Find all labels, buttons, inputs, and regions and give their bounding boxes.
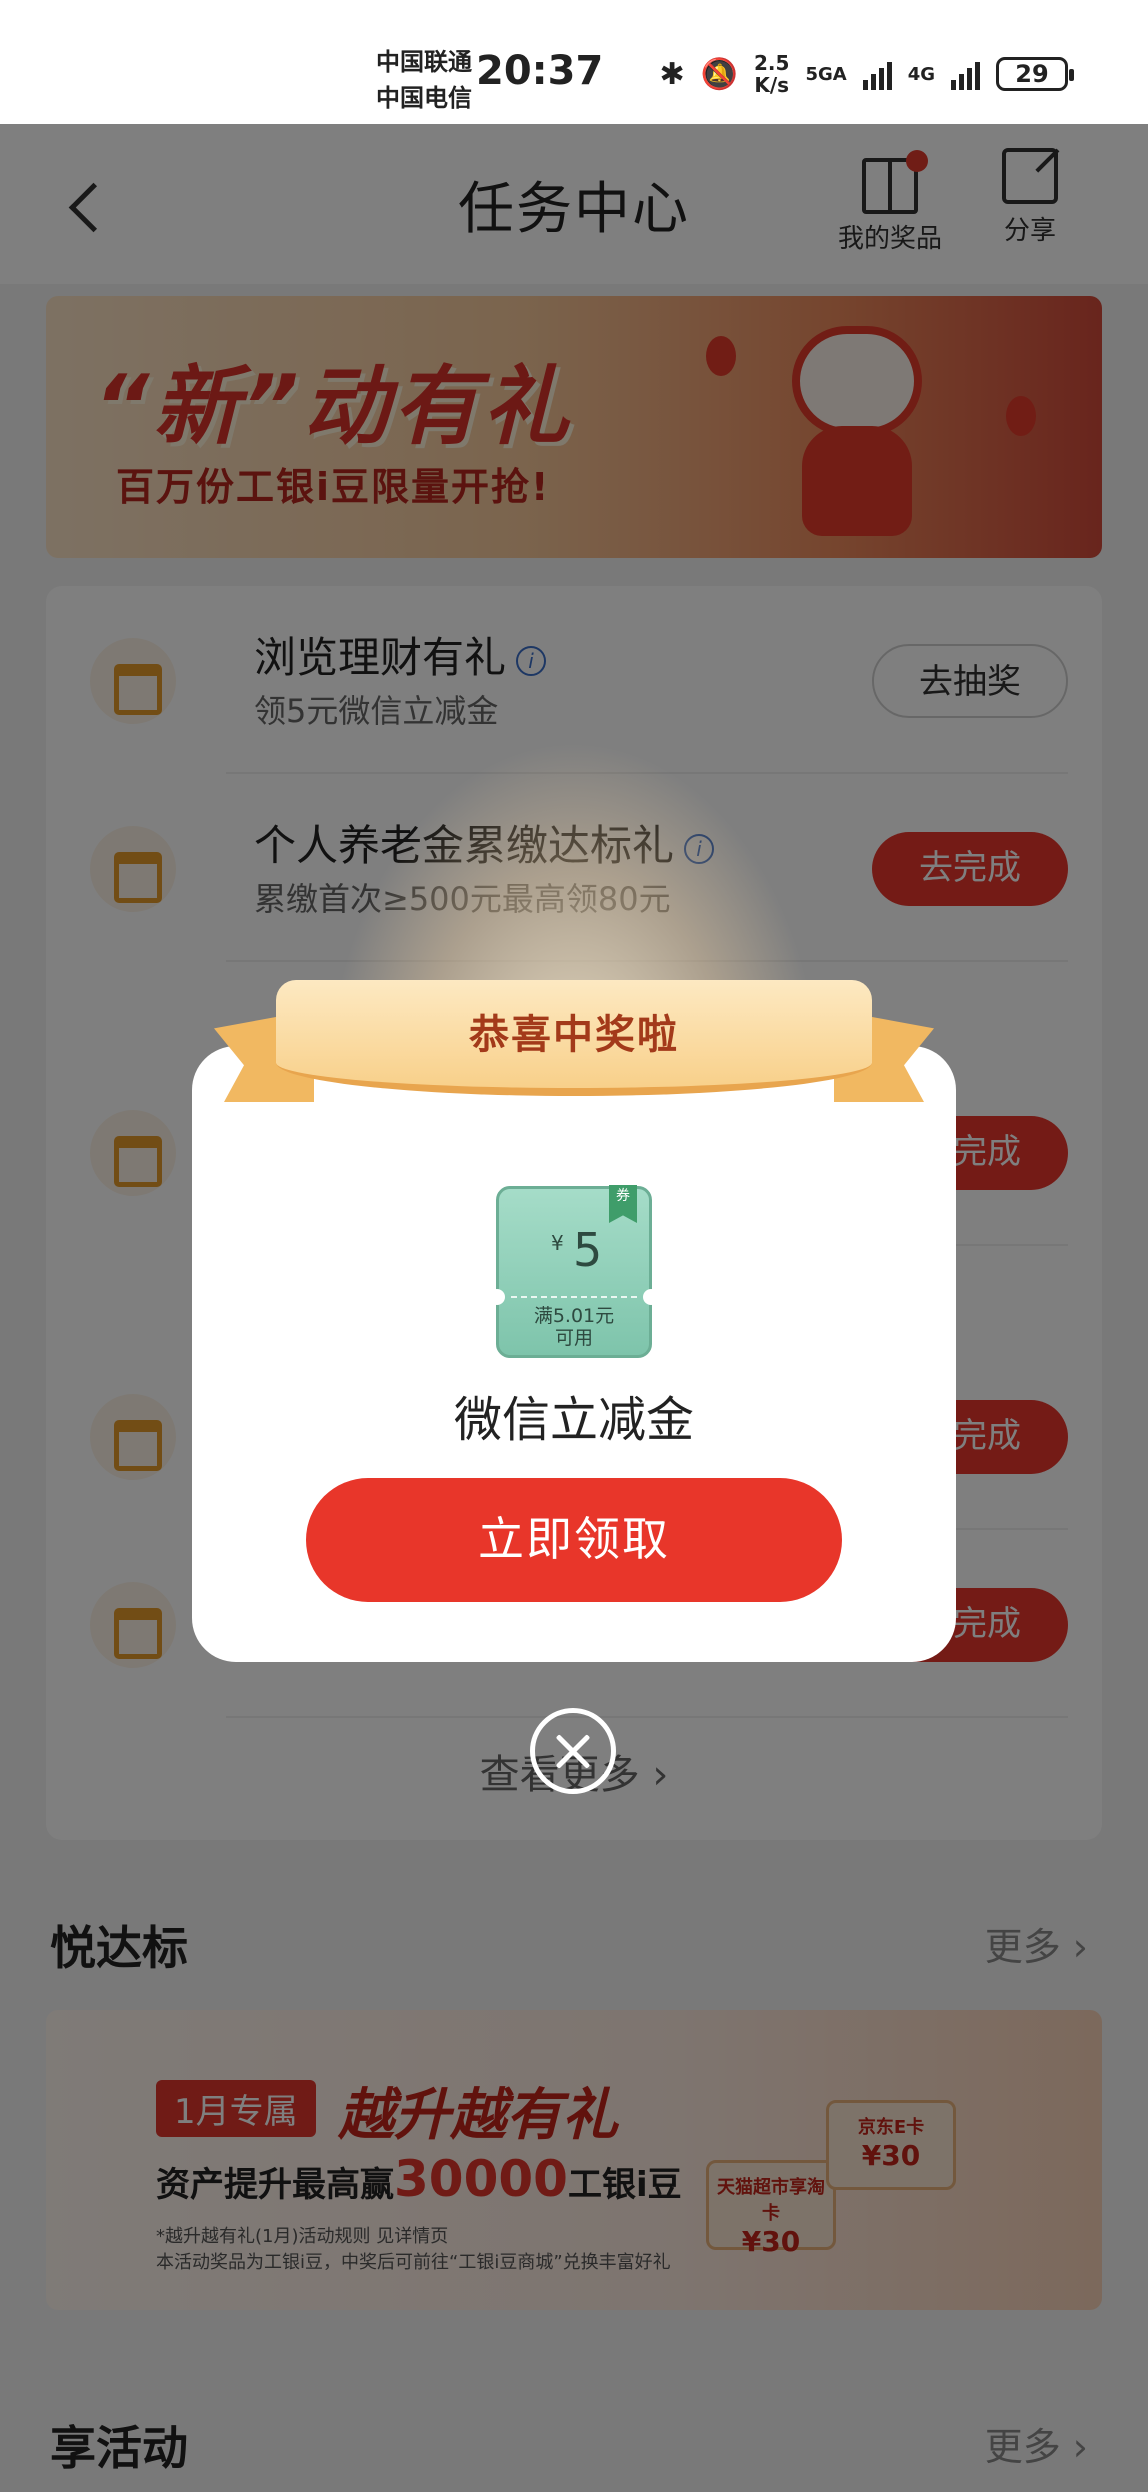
net-type-1: 5GA — [805, 63, 847, 85]
status-time: 20:37 — [476, 48, 604, 94]
net-speed: 2.5 K/s — [754, 52, 789, 96]
battery-icon: 29 — [996, 57, 1074, 91]
claim-now-button[interactable]: 立即领取 — [306, 1478, 842, 1602]
net-type-2: 4G — [907, 63, 935, 85]
status-icons: ✱ 🔕 2.5 K/s 5GA 4G 29 — [659, 52, 1074, 96]
coupon-amount: 5 — [573, 1223, 603, 1277]
coupon-condition: 满5.01元 可用 — [533, 1305, 615, 1349]
status-bar: 中国联通 中国电信 20:37 ✱ 🔕 2.5 K/s 5GA 4G 29 — [0, 0, 1148, 124]
mute-bell-icon: 🔕 — [700, 56, 739, 92]
coupon-card: 券 ¥ 5 满5.01元 可用 — [489, 1185, 659, 1358]
signal-2-icon — [951, 58, 980, 90]
carrier-names: 中国联通 中国电信 — [376, 44, 472, 116]
carrier-2: 中国电信 — [376, 84, 472, 112]
net-speed-value: 2.5 — [754, 51, 790, 75]
bluetooth-icon: ✱ — [659, 56, 685, 92]
coupon-badge: 券 — [609, 1185, 637, 1223]
signal-1-icon — [862, 58, 892, 90]
congrats-ribbon: 恭喜中奖啦 — [214, 980, 934, 1120]
net-speed-unit: K/s — [754, 73, 790, 97]
prize-name: 微信立减金 — [453, 1392, 694, 1448]
congrats-text: 恭喜中奖啦 — [469, 1012, 679, 1058]
close-icon[interactable] — [530, 1708, 616, 1794]
carrier-1: 中国联通 — [376, 48, 472, 76]
coupon-currency: ¥ — [551, 1231, 564, 1255]
